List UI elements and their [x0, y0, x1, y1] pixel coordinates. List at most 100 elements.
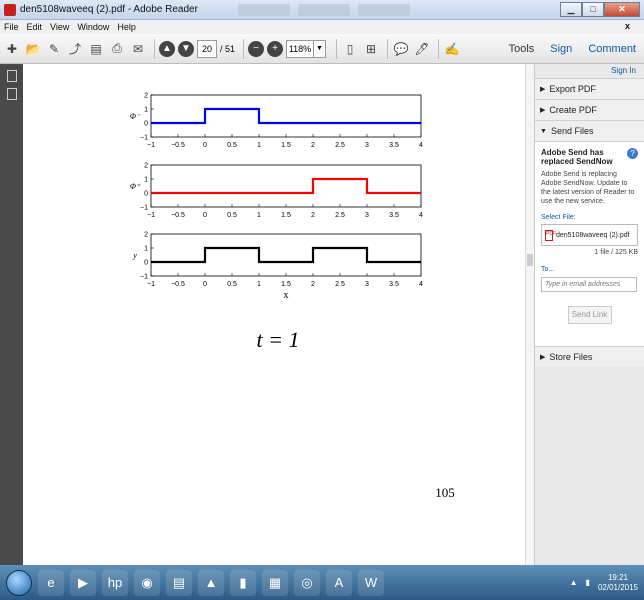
document-view[interactable]: −1 −0.5 0 0.5 1 1.5 2 2.5 3 3.5 4 2 1 0 −1 Φ⁻ −1 −0.5 0 0.5… — [23, 64, 525, 565]
x-tick-label: −1 — [147, 281, 155, 288]
x-tick-label: −1 — [147, 142, 155, 149]
x-tick-label: 1.5 — [281, 212, 291, 219]
y-tick-label: 1 — [144, 107, 148, 114]
print-icon[interactable]: ⎙ — [108, 40, 126, 58]
y-tick-label: 1 — [144, 246, 148, 253]
page-number-input[interactable]: 20 — [197, 39, 217, 58]
help-icon[interactable]: ? — [627, 148, 638, 159]
sign-icon[interactable]: ✍ — [443, 40, 461, 58]
export-pdf-label: Export PDF — [549, 84, 596, 94]
selected-file[interactable]: PDF den5108waveeq (2).pdf — [541, 224, 638, 246]
menu-bar: File Edit View Window Help x — [0, 20, 644, 34]
attachments-icon[interactable] — [6, 88, 17, 100]
chrome-icon[interactable]: ◎ — [294, 569, 320, 596]
x-tick-label: 3.5 — [389, 142, 399, 149]
plot-frame — [150, 94, 422, 138]
x-tick-label: 1.5 — [281, 142, 291, 149]
open-icon[interactable]: 📂 — [24, 40, 42, 58]
menu-view[interactable]: View — [50, 22, 69, 32]
y-tick-label: 1 — [144, 177, 148, 184]
edit-icon[interactable]: ✎ — [45, 40, 63, 58]
chevron-right-icon: ▶ — [540, 107, 546, 114]
y-tick-label: 2 — [144, 163, 148, 170]
create-icon[interactable]: ✚ — [3, 40, 21, 58]
select-file-label[interactable]: Select File: — [541, 214, 638, 221]
page-thumbnails-icon[interactable] — [6, 70, 17, 82]
share-icon[interactable]: ⤴ — [66, 40, 84, 58]
send-files-content: Adobe Send has replaced SendNow ? Adobe … — [535, 141, 644, 346]
toolbar-right-links: Tools Sign Comment — [501, 34, 644, 64]
zoom-out-icon[interactable]: − — [248, 40, 265, 57]
send-description: Adobe Send is replacing Adobe SendNow. U… — [541, 171, 635, 205]
store-files-label: Store Files — [549, 352, 593, 362]
y-tick-label: 2 — [144, 93, 148, 100]
send-files-section[interactable]: ▼ Send Files — [535, 120, 644, 141]
notepad-icon[interactable]: ▤ — [166, 569, 192, 596]
minimize-button[interactable]: ▁ — [560, 2, 582, 17]
email-input[interactable]: Type in email addresses — [541, 277, 637, 292]
blurred-item — [357, 3, 410, 16]
highlight-icon[interactable]: 🖊 — [413, 40, 431, 58]
menu-help[interactable]: Help — [117, 22, 136, 32]
vertical-scrollbar[interactable] — [525, 64, 534, 565]
vlc-icon[interactable]: ▲ — [198, 569, 224, 596]
system-clock[interactable]: 19:21 02/01/2015 — [598, 573, 638, 593]
app-icon[interactable]: ◉ — [134, 569, 160, 596]
network-icon[interactable]: ▮ — [586, 578, 590, 587]
chevron-right-icon: ▶ — [540, 354, 546, 361]
menu-edit[interactable]: Edit — [27, 22, 43, 32]
close-document-button[interactable]: x — [625, 21, 630, 31]
blurred-item — [237, 3, 290, 16]
x-tick-label: 3.5 — [389, 212, 399, 219]
plot-frame — [150, 233, 422, 277]
email-icon[interactable]: ✉ — [129, 40, 147, 58]
explorer-icon[interactable]: ▮ — [230, 569, 256, 596]
chevron-down-icon[interactable]: ▼ — [314, 39, 327, 58]
x-tick-label: 2.5 — [335, 212, 345, 219]
maximize-button[interactable]: □ — [582, 2, 604, 17]
hp-icon[interactable]: hp — [102, 569, 128, 596]
create-pdf-section[interactable]: ▶ Create PDF — [535, 99, 644, 120]
save-icon[interactable]: ▤ — [87, 40, 105, 58]
x-tick-label: 0.5 — [227, 142, 237, 149]
close-button[interactable]: ✕ — [604, 2, 640, 17]
start-button[interactable] — [6, 569, 32, 596]
image-viewer-icon[interactable]: ▦ — [262, 569, 288, 596]
y-tick-label: 0 — [144, 121, 148, 128]
scrollbar-thumb[interactable] — [527, 254, 533, 266]
x-tick-label: −0.5 — [171, 212, 185, 219]
to-label[interactable]: To... — [541, 266, 638, 273]
tools-side-panel: Sign In ▶ Export PDF ▶ Create PDF ▼ Send… — [534, 64, 644, 565]
x-tick-label: 0.5 — [227, 281, 237, 288]
y-axis-label: Φ⁻ — [130, 112, 141, 121]
comment-link[interactable]: Comment — [580, 43, 644, 55]
store-files-section[interactable]: ▶ Store Files — [535, 346, 644, 367]
next-page-icon[interactable]: ▼ — [178, 40, 194, 57]
x-tick-label: 3 — [365, 212, 369, 219]
zoom-level-input[interactable]: 118% — [286, 39, 315, 58]
chevron-right-icon: ▶ — [540, 86, 546, 93]
clock-date: 02/01/2015 — [597, 582, 638, 592]
tray-arrow-icon[interactable]: ▲ — [570, 578, 578, 587]
fit-width-icon[interactable]: ⊞ — [362, 40, 380, 58]
comment-icon[interactable]: 💬 — [392, 40, 410, 58]
fit-page-icon[interactable]: ▯ — [341, 40, 359, 58]
word-icon[interactable]: W — [358, 569, 384, 596]
send-link-button[interactable]: Send Link — [567, 306, 612, 324]
media-player-icon[interactable]: ▶ — [70, 569, 96, 596]
internet-explorer-icon[interactable]: e — [38, 569, 64, 596]
export-pdf-section[interactable]: ▶ Export PDF — [535, 78, 644, 99]
menu-file[interactable]: File — [4, 22, 19, 32]
previous-page-icon[interactable]: ▲ — [159, 40, 175, 57]
menu-window[interactable]: Window — [77, 22, 109, 32]
figure-plots: −1 −0.5 0 0.5 1 1.5 2 2.5 3 3.5 4 2 1 0 −1 Φ⁻ −1 −0.5 0 0.5… — [130, 93, 455, 501]
y-tick-label: 0 — [144, 260, 148, 267]
zoom-in-icon[interactable]: + — [267, 40, 284, 57]
toolbar-divider — [387, 38, 389, 59]
adobe-reader-icon[interactable]: A — [326, 569, 352, 596]
sign-link[interactable]: Sign — [542, 43, 580, 55]
create-pdf-label: Create PDF — [549, 105, 597, 115]
sign-in-link[interactable]: Sign In — [535, 64, 644, 78]
tools-link[interactable]: Tools — [501, 43, 543, 55]
x-tick-label: 0 — [203, 142, 207, 149]
